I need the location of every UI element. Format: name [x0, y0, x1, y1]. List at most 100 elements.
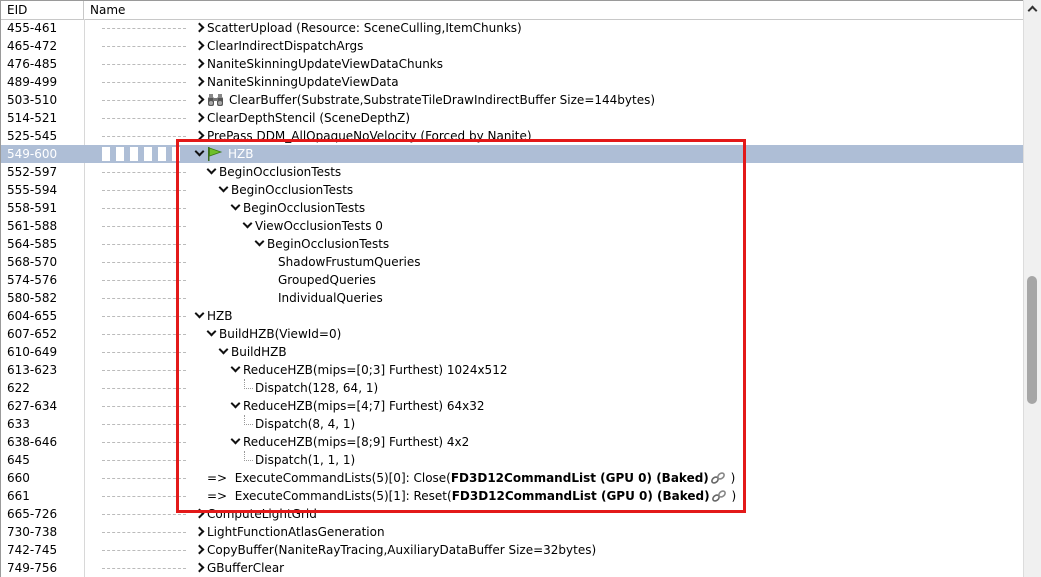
tree-guide — [102, 208, 186, 209]
tree-row[interactable]: 514-521 ClearDepthStencil (SceneDepthZ) — [1, 109, 1023, 127]
scroll-up-arrow-icon[interactable] — [1024, 0, 1041, 17]
event-tree[interactable]: EID Name 455-461 ScatterUpload (Resource:… — [0, 0, 1023, 577]
event-name: Dispatch(1, 1, 1) — [255, 453, 356, 467]
tree-row[interactable]: 525-545 PrePass DDM_AllOpaqueNoVelocity (… — [1, 127, 1023, 145]
chevron-down-icon[interactable] — [218, 343, 228, 361]
event-name: PrePass DDM_AllOpaqueNoVelocity (Forced … — [207, 129, 532, 143]
tree-row[interactable]: 645 Dispatch(1, 1, 1) — [1, 451, 1023, 469]
tree-guide — [102, 298, 186, 299]
tree-row-label: NaniteSkinningUpdateViewData — [207, 73, 399, 91]
tree-row[interactable]: 552-597 BeginOcclusionTests — [1, 163, 1023, 181]
tree-row-label: CopyBuffer(NaniteRayTracing,AuxiliaryDat… — [207, 541, 596, 559]
chevron-down-icon[interactable] — [194, 145, 204, 163]
event-id: 549-600 — [7, 147, 58, 161]
flag-icon — [207, 147, 223, 164]
event-id: 525-545 — [7, 129, 58, 143]
tree-row[interactable]: 564-585 BeginOcclusionTests — [1, 235, 1023, 253]
event-name: BuildHZB — [231, 345, 287, 359]
tree-header: EID Name — [1, 1, 1023, 20]
tree-row[interactable]: 633 Dispatch(8, 4, 1) — [1, 415, 1023, 433]
tree-row[interactable]: 622 Dispatch(128, 64, 1) — [1, 379, 1023, 397]
tree-row[interactable]: 613-623 ReduceHZB(mips=[0;3] Furthest) 10… — [1, 361, 1023, 379]
chevron-right-icon[interactable] — [194, 541, 204, 559]
command-list-name: FD3D12CommandList (GPU 0) (Baked) — [450, 471, 709, 485]
chevron-down-icon[interactable] — [230, 433, 240, 451]
tree-row[interactable]: 455-461 ScatterUpload (Resource: SceneCul… — [1, 19, 1023, 37]
tree-guide — [102, 370, 186, 371]
tree-row[interactable]: 555-594 BeginOcclusionTests — [1, 181, 1023, 199]
chevron-right-icon[interactable] — [194, 505, 204, 523]
tree-row[interactable]: 580-582 IndividualQueries — [1, 289, 1023, 307]
tree-row[interactable]: 465-472 ClearIndirectDispatchArgs — [1, 37, 1023, 55]
event-id: 604-655 — [7, 309, 58, 323]
event-name: Dispatch(8, 4, 1) — [255, 417, 356, 431]
tree-guide — [102, 244, 186, 245]
tree-row[interactable]: 661 => ExecuteCommandLists(5)[1]: Reset(F… — [1, 487, 1023, 505]
tree-row[interactable]: 568-570 ShadowFrustumQueries — [1, 253, 1023, 271]
tree-guide — [102, 100, 186, 101]
tree-guide — [102, 532, 186, 533]
tree-row[interactable]: 503-510 ClearBuffer(Substrate,SubstrateTi… — [1, 91, 1023, 109]
chevron-right-icon[interactable] — [194, 55, 204, 73]
column-header-eid[interactable]: EID — [1, 1, 84, 19]
event-id: 610-649 — [7, 345, 58, 359]
tree-guide — [102, 550, 186, 551]
tree-row-label: ReduceHZB(mips=[8;9] Furthest) 4x2 — [243, 433, 469, 451]
event-id: 638-646 — [7, 435, 58, 449]
tree-guide — [102, 147, 180, 161]
chevron-right-icon[interactable] — [194, 559, 204, 577]
event-name: ClearIndirectDispatchArgs — [207, 39, 364, 53]
event-name: HZB — [228, 147, 254, 161]
chevron-down-icon[interactable] — [194, 307, 204, 325]
chevron-down-icon[interactable] — [230, 199, 240, 217]
chevron-down-icon[interactable] — [218, 181, 228, 199]
column-header-name[interactable]: Name — [84, 1, 284, 19]
tree-row[interactable]: 638-646 ReduceHZB(mips=[8;9] Furthest) 4x… — [1, 433, 1023, 451]
tree-row[interactable]: 749-756 GBufferClear — [1, 559, 1023, 577]
chevron-down-icon[interactable] — [254, 235, 264, 253]
chevron-right-icon[interactable] — [194, 91, 204, 109]
event-name: Dispatch(128, 64, 1) — [255, 381, 379, 395]
scrollbar-thumb[interactable] — [1027, 276, 1037, 404]
tree-row[interactable]: 604-655 HZB — [1, 307, 1023, 325]
tree-row[interactable]: 574-576 GroupedQueries — [1, 271, 1023, 289]
tree-row-label: Dispatch(128, 64, 1) — [255, 379, 378, 397]
tree-row[interactable]: 730-738 LightFunctionAtlasGeneration — [1, 523, 1023, 541]
chevron-right-icon[interactable] — [194, 37, 204, 55]
tree-row[interactable]: 561-588 ViewOcclusionTests 0 — [1, 217, 1023, 235]
chevron-right-icon[interactable] — [194, 127, 204, 145]
tree-row[interactable]: 607-652 BuildHZB(ViewId=0) — [1, 325, 1023, 343]
tree-row[interactable]: 549-600 HZB — [1, 145, 1023, 163]
chevron-down-icon[interactable] — [242, 217, 252, 235]
event-id: 627-634 — [7, 399, 58, 413]
tree-row[interactable]: 610-649 BuildHZB — [1, 343, 1023, 361]
tree-row[interactable]: 665-726 ComputeLightGrid — [1, 505, 1023, 523]
tree-row-label: PrePass DDM_AllOpaqueNoVelocity (Forced … — [207, 127, 532, 145]
chevron-down-icon[interactable] — [230, 361, 240, 379]
tree-row[interactable]: 558-591 BeginOcclusionTests — [1, 199, 1023, 217]
chevron-down-icon[interactable] — [230, 397, 240, 415]
tree-row[interactable]: 627-634 ReduceHZB(mips=[4;7] Furthest) 64… — [1, 397, 1023, 415]
event-name: ScatterUpload (Resource: SceneCulling,It… — [207, 21, 522, 35]
tree-row[interactable]: 489-499 NaniteSkinningUpdateViewData — [1, 73, 1023, 91]
tree-guide — [102, 352, 186, 353]
chevron-right-icon[interactable] — [194, 523, 204, 541]
tree-row[interactable]: 476-485 NaniteSkinningUpdateViewDataChunk… — [1, 55, 1023, 73]
tree-guide — [102, 316, 186, 317]
chevron-right-icon[interactable] — [194, 73, 204, 91]
event-id: 552-597 — [7, 165, 58, 179]
event-name: ClearBuffer(Substrate,SubstrateTileDrawI… — [229, 93, 656, 107]
chevron-down-icon[interactable] — [206, 163, 216, 181]
tree-guide — [102, 190, 186, 191]
vertical-scrollbar[interactable] — [1023, 0, 1041, 577]
tree-row[interactable]: 742-745 CopyBuffer(NaniteRayTracing,Auxil… — [1, 541, 1023, 559]
tree-row[interactable]: 660 => ExecuteCommandLists(5)[0]: Close(F… — [1, 469, 1023, 487]
tree-guide — [102, 514, 186, 515]
event-id: 665-726 — [7, 507, 58, 521]
event-id: 503-510 — [7, 93, 58, 107]
chevron-right-icon[interactable] — [194, 19, 204, 37]
chevron-right-icon[interactable] — [194, 109, 204, 127]
command-list-name: FD3D12CommandList (GPU 0) (Baked) — [451, 489, 710, 503]
tree-guide — [102, 442, 186, 443]
chevron-down-icon[interactable] — [206, 325, 216, 343]
